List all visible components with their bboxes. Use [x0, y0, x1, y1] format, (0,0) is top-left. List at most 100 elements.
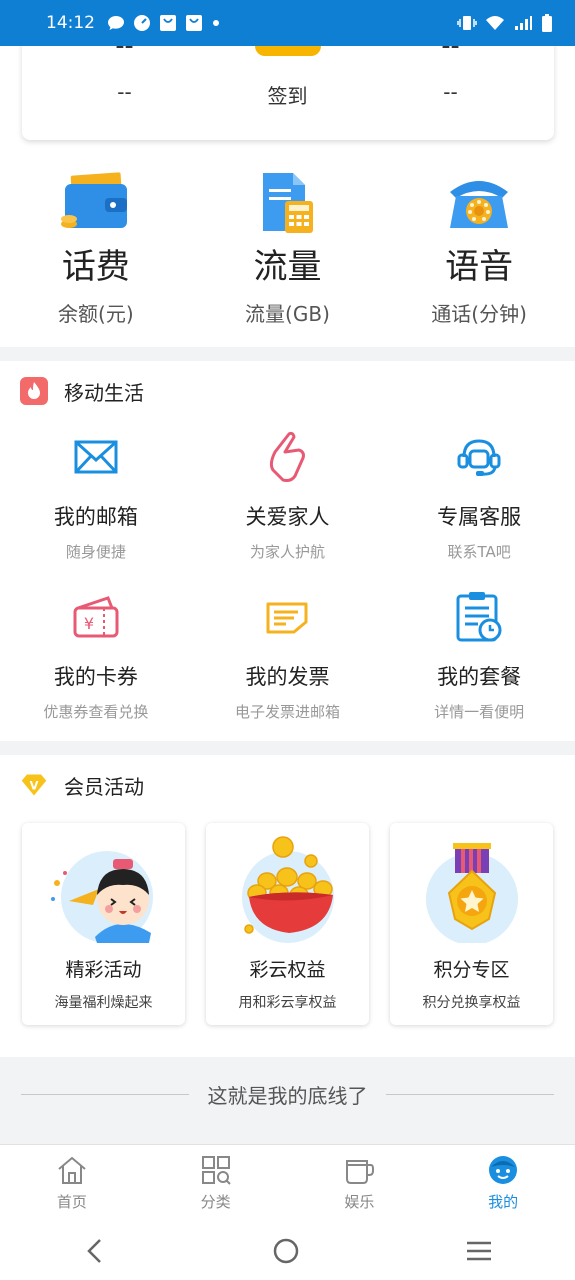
member-card-activities[interactable]: 精彩活动 海量福利燥起来 — [22, 823, 185, 1025]
signin-label: 签到 — [267, 84, 308, 108]
tab-category[interactable]: 分类 — [144, 1145, 288, 1222]
grid-item-title: 我的发票 — [245, 665, 330, 689]
member-cards: 精彩活动 海量福利燥起来 彩云权益 用和彩云享权益 积分专区 积分兑换享权益 — [0, 815, 575, 1025]
grid-item-plan[interactable]: 我的套餐 详情一看便明 — [383, 581, 575, 741]
right-stat-value: -- — [441, 46, 460, 59]
grid-item-mailbox[interactable]: 我的邮箱 随身便捷 — [0, 421, 192, 581]
grid-item-title: 关爱家人 — [245, 505, 330, 529]
balance-data-sub: 流量(GB) — [245, 302, 330, 326]
end-of-list-text: 这就是我的底线了 — [207, 1083, 368, 1108]
mobile-life-grid: 我的邮箱 随身便捷 关爱家人 为家人护航 专属客服 联系TA吧 ¥ 我的卡券 优… — [0, 421, 575, 741]
balance-phone-fee-title: 话费 — [61, 247, 130, 287]
member-card-sub: 海量福利燥起来 — [54, 995, 153, 1011]
back-icon[interactable] — [83, 1237, 107, 1265]
category-icon — [201, 1156, 231, 1185]
tab-entertainment-label: 娱乐 — [344, 1193, 375, 1211]
shopping-bag-icon — [186, 15, 202, 31]
home-icon — [58, 1156, 86, 1184]
headset-icon — [457, 439, 501, 476]
grid-item-title: 我的卡券 — [53, 665, 138, 689]
grid-item-sub: 随身便捷 — [65, 543, 126, 561]
cartoon-child-illustration — [50, 851, 153, 943]
grid-item-coupons[interactable]: ¥ 我的卡券 优惠券查看兑换 — [0, 581, 192, 741]
balance-voice-title: 语音 — [445, 247, 514, 287]
divider-right — [386, 1094, 554, 1095]
left-stat-value: -- — [115, 46, 134, 59]
vibrate-icon — [457, 16, 477, 30]
balance-voice-sub: 通话(分钟) — [431, 302, 527, 326]
grid-item-sub: 联系TA吧 — [447, 543, 511, 561]
signin-icon[interactable] — [255, 46, 321, 56]
tab-home-label: 首页 — [56, 1193, 87, 1211]
mail-icon — [74, 440, 118, 474]
left-stat-label: -- — [117, 80, 132, 104]
member-section: V 会员活动 精彩活动 海量福利燥起来 彩云权益 用和彩云享权益 积分专区 积分… — [0, 755, 575, 1057]
wifi-icon — [486, 16, 504, 30]
system-nav-bar — [0, 1222, 575, 1280]
svg-text:V: V — [30, 778, 39, 792]
home-circle-icon[interactable] — [272, 1237, 300, 1265]
member-card-title: 积分专区 — [433, 959, 510, 981]
divider-left — [21, 1094, 189, 1095]
status-bar: 14:12 — [0, 0, 575, 46]
telephone-icon — [450, 181, 509, 228]
balance-voice[interactable]: 语音 通话(分钟) — [383, 170, 575, 327]
member-card-sub: 用和彩云享权益 — [238, 995, 337, 1011]
chat-bubble-icon — [108, 16, 124, 30]
account-summary: -- -- 签到 -- -- 话费 余额(元) 流量 流量(GB) 语音 通话(… — [0, 46, 575, 347]
member-title: 会员活动 — [64, 774, 144, 799]
grid-item-sub: 详情一看便明 — [434, 703, 525, 721]
grid-item-title: 我的邮箱 — [53, 505, 138, 529]
tab-home[interactable]: 首页 — [0, 1145, 144, 1222]
grid-item-sub: 为家人护航 — [249, 543, 325, 561]
grid-item-sub: 电子发票进邮箱 — [234, 703, 340, 721]
notification-icons — [107, 14, 221, 32]
plan-clipboard-icon — [456, 592, 502, 642]
medal-illustration — [425, 843, 518, 943]
member-card-title: 彩云权益 — [249, 959, 326, 981]
balance-phone-fee-sub: 余额(元) — [58, 302, 134, 326]
member-card-points[interactable]: 积分专区 积分兑换享权益 — [390, 823, 553, 1025]
member-card-sub: 积分兑换享权益 — [422, 995, 521, 1011]
tab-mine-label: 我的 — [488, 1193, 519, 1211]
dot-icon — [213, 20, 219, 26]
balance-row: 话费 余额(元) 流量 流量(GB) 语音 通话(分钟) — [0, 170, 575, 327]
scroll-content[interactable]: -- -- 签到 -- -- 话费 余额(元) 流量 流量(GB) 语音 通话(… — [0, 46, 575, 1144]
shopping-bag-icon — [160, 15, 176, 31]
grid-item-customer-service[interactable]: 专属客服 联系TA吧 — [383, 421, 575, 581]
profile-face-icon — [489, 1156, 518, 1184]
tab-entertainment[interactable]: 娱乐 — [288, 1145, 432, 1222]
grid-item-family-care[interactable]: 关爱家人 为家人护航 — [192, 421, 384, 581]
mobile-life-header: 移动生活 — [0, 361, 575, 421]
member-card-title: 精彩活动 — [65, 959, 142, 981]
pinky-promise-icon — [270, 431, 306, 482]
end-of-list: 这就是我的底线了 — [0, 1057, 575, 1131]
balance-phone-fee[interactable]: 话费 余额(元) — [0, 170, 192, 327]
data-calculator-icon — [263, 173, 314, 233]
battery-icon — [542, 14, 552, 32]
member-header: V 会员活动 — [0, 755, 575, 815]
right-stat-label: -- — [443, 80, 458, 104]
signal-icon — [515, 16, 532, 30]
vip-diamond-icon: V — [20, 771, 48, 799]
bottom-tab-bar: 首页 分类 娱乐 我的 — [0, 1144, 575, 1222]
grid-item-title: 专属客服 — [437, 505, 522, 529]
cup-icon — [346, 1160, 375, 1184]
coupon-icon: ¥ — [73, 596, 119, 638]
grid-item-title: 我的套餐 — [437, 665, 522, 689]
speedometer-icon — [134, 15, 150, 31]
invoice-icon — [266, 602, 308, 634]
flame-icon — [20, 377, 48, 405]
svg-text:¥: ¥ — [84, 614, 94, 633]
balance-data-title: 流量 — [253, 247, 322, 287]
status-time: 14:12 — [46, 13, 95, 33]
balance-data[interactable]: 流量 流量(GB) — [192, 170, 384, 327]
recent-apps-icon[interactable] — [465, 1237, 493, 1265]
gold-coins-bowl-illustration — [241, 836, 334, 943]
signin-card: -- -- 签到 -- -- — [22, 46, 554, 140]
grid-item-invoices[interactable]: 我的发票 电子发票进邮箱 — [192, 581, 384, 741]
member-card-caiyun[interactable]: 彩云权益 用和彩云享权益 — [206, 823, 369, 1025]
grid-item-sub: 优惠券查看兑换 — [43, 703, 149, 721]
tab-category-label: 分类 — [200, 1193, 231, 1211]
tab-mine[interactable]: 我的 — [431, 1145, 575, 1222]
